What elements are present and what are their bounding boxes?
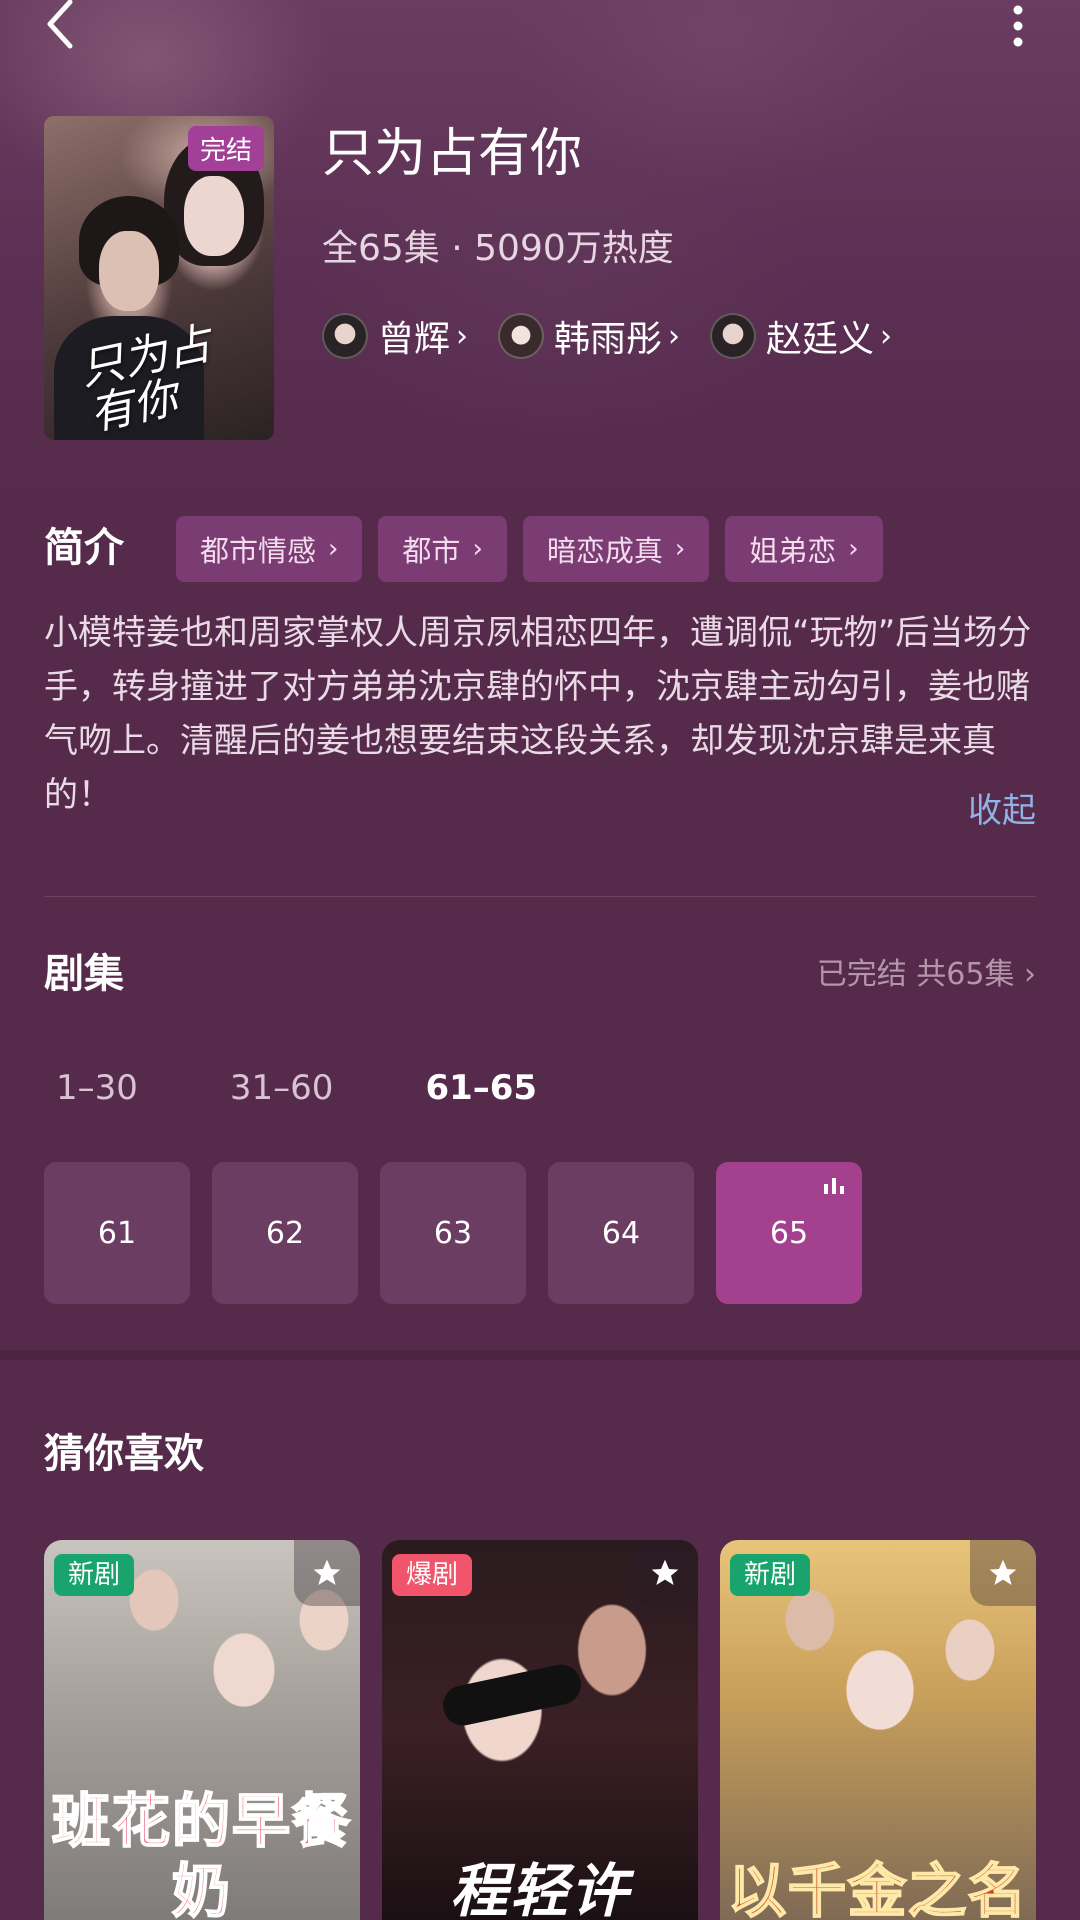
recommend-card[interactable]: 新剧 以千金之名 xyxy=(720,1540,1036,1920)
recommend-heading: 猜你喜欢 xyxy=(44,1431,204,1477)
chevron-right-icon: › xyxy=(674,534,686,564)
episode-button[interactable]: 63 xyxy=(380,1162,526,1304)
recommend-list: 新剧 班花的早餐奶 爆剧 程轻许 新剧 以千金之名 xyxy=(44,1540,1058,1920)
section-separator xyxy=(0,1350,1080,1360)
episode-button[interactable]: 62 xyxy=(212,1162,358,1304)
favorite-button[interactable] xyxy=(294,1540,360,1606)
episode-grid: 61 62 63 64 65 xyxy=(44,1162,884,1304)
cast-item[interactable]: 曾辉 › xyxy=(322,310,468,362)
new-badge: 新剧 xyxy=(54,1554,135,1596)
new-badge: 新剧 xyxy=(730,1554,811,1596)
recommend-card[interactable]: 新剧 班花的早餐奶 xyxy=(44,1540,360,1920)
star-icon xyxy=(989,1559,1017,1585)
episodes-status-link[interactable]: 已完结 共65集 › xyxy=(817,950,1036,1000)
cast-item[interactable]: 赵廷义 › xyxy=(710,310,892,362)
avatar xyxy=(498,313,545,359)
more-vertical-icon xyxy=(1013,5,1023,47)
cast-name: 曾辉 xyxy=(378,319,451,360)
chevron-right-icon: › xyxy=(668,318,681,354)
back-button[interactable] xyxy=(40,0,100,50)
tag-label: 都市情感 xyxy=(200,534,317,568)
drama-title: 只为占有你 xyxy=(322,124,583,184)
recommend-title-art: 程轻许 xyxy=(449,1857,630,1920)
playing-bars-icon xyxy=(824,1178,844,1194)
chevron-right-icon: › xyxy=(880,318,893,354)
chevron-right-icon: › xyxy=(456,318,469,354)
star-icon xyxy=(651,1559,679,1585)
divider xyxy=(44,896,1036,897)
chevron-right-icon: › xyxy=(848,534,859,564)
drama-detail-page: 只为占有你 完结 只为占有你 全65集 · 5090万热度 曾辉 › 韩雨彤 ›… xyxy=(0,0,1080,1920)
cast-name: 赵廷义 xyxy=(766,319,875,360)
drama-meta: 全65集 · 5090万热度 xyxy=(322,228,674,269)
completed-badge: 完结 xyxy=(187,126,264,171)
range-tab[interactable]: 1–30 xyxy=(56,1063,138,1113)
drama-poster[interactable]: 只为占有你 完结 xyxy=(44,116,274,440)
tag-chip[interactable]: 都市情感 › xyxy=(176,516,363,582)
intro-heading: 简介 xyxy=(44,525,124,571)
intro-text: 小模特姜也和周家掌权人周京夙相恋四年，遭调侃“玩物”后当场分手，转身撞进了对方弟… xyxy=(44,613,1032,815)
recommend-title-art: 班花的早餐奶 xyxy=(51,1786,352,1920)
range-tab-active[interactable]: 61–65 xyxy=(425,1063,537,1113)
episodes-heading: 剧集 xyxy=(44,951,124,997)
tag-label: 都市 xyxy=(402,534,461,568)
tag-chip[interactable]: 都市 › xyxy=(378,516,507,582)
cast-list: 曾辉 › 韩雨彤 › 赵廷义 › xyxy=(322,306,922,366)
avatar xyxy=(322,313,368,359)
episode-button-current[interactable]: 65 xyxy=(716,1162,862,1304)
episode-range-tabs: 1–30 31–60 61–65 xyxy=(56,1063,629,1113)
cast-item[interactable]: 韩雨彤 › xyxy=(498,310,680,362)
star-icon xyxy=(313,1559,341,1585)
chevron-right-icon: › xyxy=(1024,957,1036,992)
recommend-title-art: 以千金之名 xyxy=(727,1856,1028,1920)
tag-list: 都市情感 › 都市 › 暗恋成真 › 姐弟恋 › xyxy=(176,516,899,582)
chevron-left-icon xyxy=(47,0,73,49)
avatar xyxy=(710,313,757,359)
tag-label: 暗恋成真 xyxy=(546,534,663,568)
collapse-link[interactable]: 收起 xyxy=(968,784,1036,838)
favorite-button[interactable] xyxy=(970,1540,1036,1606)
range-tab[interactable]: 31–60 xyxy=(230,1063,334,1113)
episode-button[interactable]: 61 xyxy=(44,1162,190,1304)
episode-number: 65 xyxy=(769,1215,809,1251)
cast-name: 韩雨彤 xyxy=(554,319,663,360)
hot-badge: 爆剧 xyxy=(392,1554,473,1596)
episode-button[interactable]: 64 xyxy=(548,1162,694,1304)
episodes-status: 已完结 共65集 xyxy=(816,957,1015,992)
tag-chip[interactable]: 暗恋成真 › xyxy=(522,516,710,582)
tag-chip[interactable]: 姐弟恋 › xyxy=(725,516,883,582)
recommend-card[interactable]: 爆剧 程轻许 xyxy=(382,1540,698,1920)
favorite-button[interactable] xyxy=(632,1540,698,1606)
chevron-right-icon: › xyxy=(328,534,339,564)
tag-label: 姐弟恋 xyxy=(749,534,837,568)
chevron-right-icon: › xyxy=(472,534,483,564)
more-button[interactable] xyxy=(1006,4,1030,48)
